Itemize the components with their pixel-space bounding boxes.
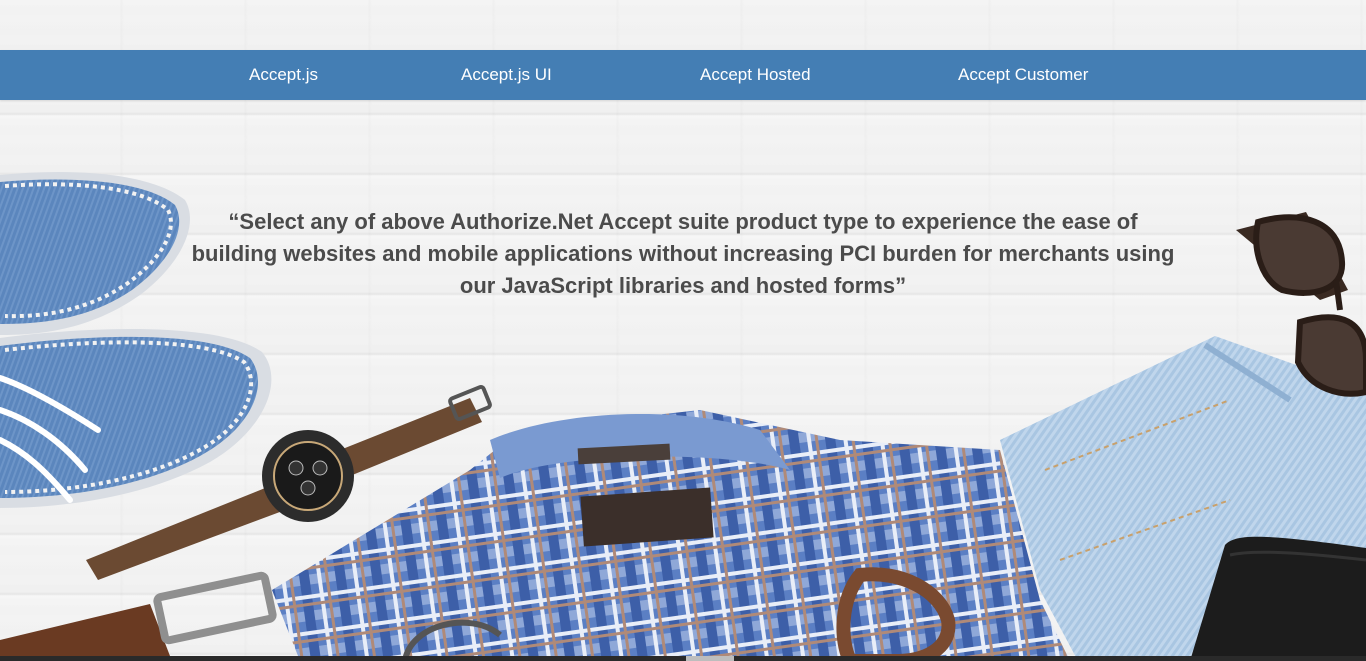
horizontal-scrollbar[interactable] (0, 656, 1366, 661)
nav-accept-js-ui[interactable]: Accept.js UI (461, 50, 552, 100)
nav-accept-hosted[interactable]: Accept Hosted (700, 50, 811, 100)
hero-tagline: “Select any of above Authorize.Net Accep… (191, 209, 1175, 298)
scrollbar-thumb[interactable] (686, 656, 734, 661)
belt (0, 571, 277, 661)
nav-accept-customer[interactable]: Accept Customer (958, 50, 1088, 100)
nav-accept-js[interactable]: Accept.js (249, 50, 318, 100)
top-navbar: Accept.js Accept.js UI Accept Hosted Acc… (0, 50, 1366, 100)
